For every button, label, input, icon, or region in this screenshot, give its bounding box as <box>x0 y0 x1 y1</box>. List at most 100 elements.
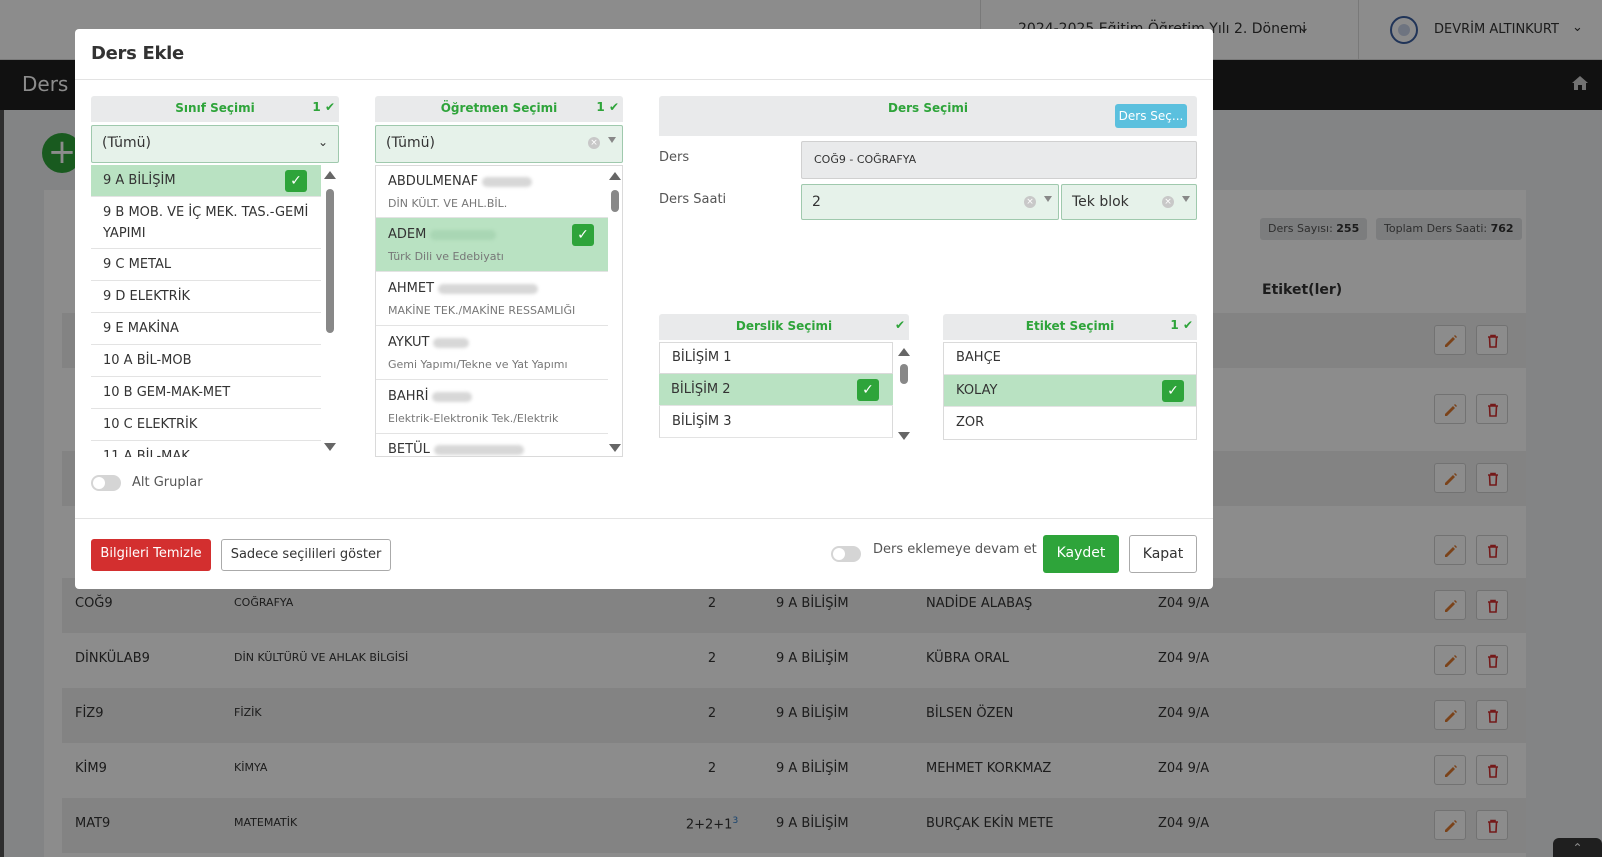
lesson-value: COĞ9 - COĞRAFYA <box>814 153 917 166</box>
room-item[interactable]: BİLİŞİM 3 <box>659 406 893 438</box>
class-list: 9 A BİLİŞİM ✓ 9 B MOB. VE İÇ MEK. TAS.-G… <box>91 165 339 457</box>
continue-adding-toggle[interactable] <box>831 546 861 562</box>
selected-count: 1 ✔ <box>1170 318 1193 332</box>
teacher-name-text: BAHRİ <box>388 389 429 404</box>
clear-icon[interactable]: × <box>1162 196 1174 208</box>
panel-title: Sınıf Seçimi <box>175 101 255 115</box>
teacher-branch: Gemi Yapımı/Tekne ve Yat Yapımı <box>388 358 568 371</box>
scroll-thumb[interactable] <box>611 190 619 212</box>
save-button[interactable]: Kaydet <box>1043 535 1119 573</box>
count-value: 1 <box>312 100 321 114</box>
scroll-down-icon[interactable] <box>609 444 621 452</box>
check-icon: ✔ <box>1182 318 1193 332</box>
close-button[interactable]: Kapat <box>1129 535 1197 573</box>
teacher-branch: Türk Dili ve Edebiyatı <box>388 250 504 263</box>
scroll-thumb[interactable] <box>326 189 334 333</box>
panel-title: Öğretmen Seçimi <box>440 101 558 115</box>
dropdown-arrow-icon[interactable] <box>1182 196 1190 202</box>
redacted-surname <box>432 391 473 402</box>
scroll-up-icon[interactable] <box>898 348 910 356</box>
class-item[interactable]: 9 B MOB. VE İÇ MEK. TAS.-GEMİ YAPIMI <box>91 197 321 249</box>
class-item[interactable]: 9 D ELEKTRİK <box>91 281 321 313</box>
modal-divider <box>75 79 1213 80</box>
panel-title: Derslik Seçimi <box>735 319 833 333</box>
redacted-surname <box>438 283 539 294</box>
dropdown-arrow-icon[interactable] <box>1044 196 1052 202</box>
teacher-name-text: BETÜL <box>388 442 430 457</box>
add-lesson-modal: Ders Ekle Sınıf Seçimi 1 ✔ (Tümü) ⌄ 9 A … <box>75 29 1213 589</box>
clear-icon[interactable]: × <box>588 137 600 149</box>
class-item-label-line2: YAPIMI <box>103 226 146 241</box>
lesson-hours-select[interactable]: 2 × <box>801 184 1059 220</box>
tag-item[interactable]: ZOR <box>944 407 1196 439</box>
tag-item-label: BAHÇE <box>956 350 1001 365</box>
scroll-up-icon[interactable] <box>324 171 336 179</box>
room-item[interactable]: BİLİŞİM 2 ✓ <box>659 374 893 406</box>
scroll-up-icon[interactable] <box>609 172 621 180</box>
teacher-item[interactable]: BAHRİ Elektrik-Elektronik Tek./Elektrik <box>376 380 608 434</box>
class-item-label: 10 C ELEKTRİK <box>103 417 198 432</box>
class-item[interactable]: 9 E MAKİNA <box>91 313 321 345</box>
check-icon: ✓ <box>285 170 307 192</box>
teacher-item[interactable]: AHMET MAKİNE TEK./MAKİNE RESSAMLIĞI <box>376 272 608 326</box>
modal-title: Ders Ekle <box>91 43 184 64</box>
teacher-filter-select[interactable]: (Tümü) × <box>375 125 623 163</box>
teacher-branch: DİN KÜLT. VE AHL.BİL. <box>388 197 508 210</box>
class-item[interactable]: 9 A BİLİŞİM ✓ <box>91 165 321 197</box>
teacher-panel-header: Öğretmen Seçimi 1 ✔ <box>375 96 623 122</box>
room-item-label: BİLİŞİM 1 <box>672 350 732 365</box>
class-item[interactable]: 10 C ELEKTRİK <box>91 409 321 441</box>
clear-icon[interactable]: × <box>1024 196 1036 208</box>
scroll-thumb[interactable] <box>900 364 908 384</box>
teacher-name: BAHRİ <box>388 389 473 404</box>
class-item[interactable]: 10 B GEM-MAK-MET <box>91 377 321 409</box>
select-value: 2 <box>812 194 821 210</box>
teacher-item[interactable]: AYKUT Gemi Yapımı/Tekne ve Yat Yapımı <box>376 326 608 380</box>
room-list-scrollbar[interactable] <box>897 348 911 440</box>
tag-item[interactable]: KOLAY ✓ <box>944 375 1196 407</box>
teacher-item[interactable]: ADEM Türk Dili ve Edebiyatı ✓ <box>376 218 608 272</box>
block-type-select[interactable]: Tek blok × <box>1061 184 1197 220</box>
check-icon: ✓ <box>1162 380 1184 402</box>
room-list: BİLİŞİM 1 BİLİŞİM 2 ✓ BİLİŞİM 3 <box>659 342 911 444</box>
select-lesson-button[interactable]: Ders Seç... <box>1115 104 1187 128</box>
clear-info-button[interactable]: Bilgileri Temizle <box>91 539 211 571</box>
select-value: (Tümü) <box>102 135 151 151</box>
scroll-down-icon[interactable] <box>324 443 336 451</box>
panel-title: Etiket Seçimi <box>1025 319 1115 333</box>
dropdown-arrow-icon[interactable] <box>608 137 616 143</box>
subgroups-toggle[interactable] <box>91 475 121 491</box>
check-icon: ✓ <box>857 379 879 401</box>
teacher-name-text: AYKUT <box>388 335 430 350</box>
class-item[interactable]: 10 A BİL-MOB <box>91 345 321 377</box>
class-item-label: 9 D ELEKTRİK <box>103 289 191 304</box>
redacted-surname <box>433 337 470 348</box>
class-item-label: 9 C METAL <box>103 257 172 272</box>
teacher-name: ABDULMENAF <box>388 174 533 189</box>
chevron-down-icon: ⌄ <box>317 135 328 149</box>
teacher-name: BETÜL <box>388 442 524 457</box>
show-selected-only-button[interactable]: Sadece seçilileri göster <box>221 539 391 571</box>
tag-item[interactable]: BAHÇE <box>944 343 1196 375</box>
room-panel-header: Derslik Seçimi ✔ <box>659 314 909 340</box>
teacher-item[interactable]: BETÜL <box>376 434 608 457</box>
teacher-branch: Elektrik-Elektronik Tek./Elektrik <box>388 412 559 425</box>
class-panel-header: Sınıf Seçimi 1 ✔ <box>91 96 339 122</box>
teacher-name-text: ADEM <box>388 227 427 242</box>
tag-list: BAHÇE KOLAY ✓ ZOR <box>943 342 1197 440</box>
teacher-list-scrollbar[interactable] <box>608 172 622 452</box>
room-item[interactable]: BİLİŞİM 1 <box>659 342 893 374</box>
class-item-label: 9 A BİLİŞİM <box>103 173 176 188</box>
class-list-scrollbar[interactable] <box>323 171 337 451</box>
class-filter-select[interactable]: (Tümü) ⌄ <box>91 125 339 163</box>
check-icon: ✔ <box>894 318 905 332</box>
modal-footer-divider <box>75 518 1213 519</box>
teacher-name: AHMET <box>388 281 539 296</box>
check-icon: ✔ <box>324 100 335 114</box>
scroll-down-icon[interactable] <box>898 432 910 440</box>
class-item[interactable]: 9 C METAL <box>91 249 321 281</box>
class-item[interactable]: 11 A BİL-MAK <box>91 441 321 457</box>
redacted-surname <box>433 444 524 455</box>
teacher-item[interactable]: ABDULMENAF DİN KÜLT. VE AHL.BİL. <box>376 166 608 218</box>
selected-count: 1 ✔ <box>312 100 335 114</box>
